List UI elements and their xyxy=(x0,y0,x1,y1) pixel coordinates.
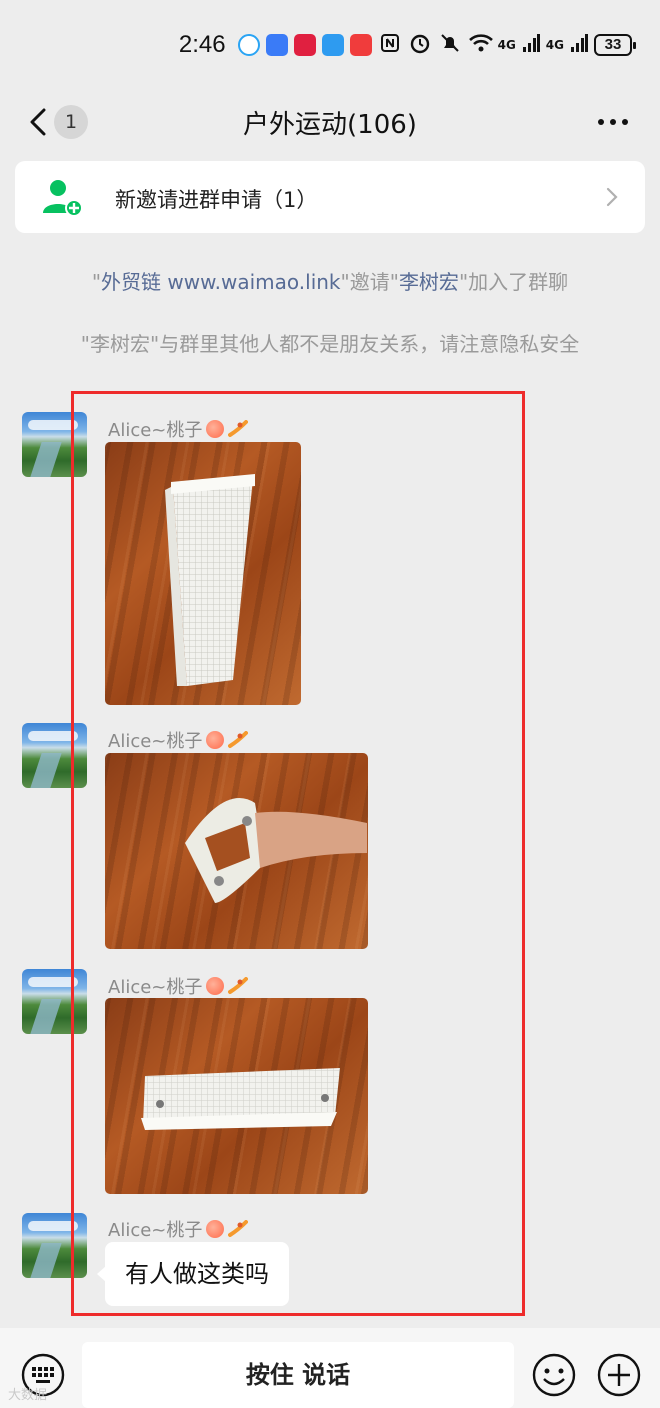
signal-icon xyxy=(570,33,588,57)
qq-icon xyxy=(237,34,260,56)
chat-header: 1 户外运动(106) xyxy=(0,90,660,154)
chat-input-bar: 按住 说话 xyxy=(0,1328,660,1408)
status-bar: 2:46 4G 4G 33 xyxy=(0,0,660,90)
invitee-link[interactable]: 李树宏 xyxy=(399,270,459,294)
baidu-map-icon xyxy=(265,34,288,56)
weather-icon xyxy=(321,34,344,56)
highlight-annotation-box xyxy=(71,391,525,1316)
invite-request-label: 新邀请进群申请（1） xyxy=(115,188,318,212)
battery-indicator: 33 xyxy=(594,34,636,56)
system-privacy-notice: "李树宏"与群里其他人都不是朋友关系，请注意隐私安全 xyxy=(80,332,580,356)
app-yh-icon xyxy=(293,34,316,56)
network-label: 4G xyxy=(545,38,564,52)
mute-icon xyxy=(438,32,462,59)
more-options-icon[interactable] xyxy=(596,108,630,136)
inviter-link[interactable]: 外贸链 www.waimao.link xyxy=(101,270,340,294)
hold-to-talk-button[interactable]: 按住 说话 xyxy=(82,1342,514,1408)
wifi-icon xyxy=(468,33,493,58)
nfc-icon xyxy=(378,33,402,58)
system-join-notice: "外贸链 www.waimao.link"邀请"李树宏"加入了群聊 xyxy=(91,270,569,294)
page-title: 户外运动(106) xyxy=(243,110,417,140)
network-label: 4G xyxy=(497,38,516,52)
app-red-icon xyxy=(349,34,372,56)
watermark: 大数据 xyxy=(8,1388,48,1403)
signal-icon xyxy=(522,33,540,57)
add-member-icon xyxy=(40,177,84,217)
alarm-icon xyxy=(408,32,432,59)
chevron-right-icon xyxy=(605,185,619,209)
status-time: 2:46 xyxy=(178,31,226,58)
group-invite-request-banner[interactable]: 新邀请进群申请（1） xyxy=(15,161,645,233)
plus-icon[interactable] xyxy=(596,1352,642,1398)
emoji-icon[interactable] xyxy=(531,1352,577,1398)
